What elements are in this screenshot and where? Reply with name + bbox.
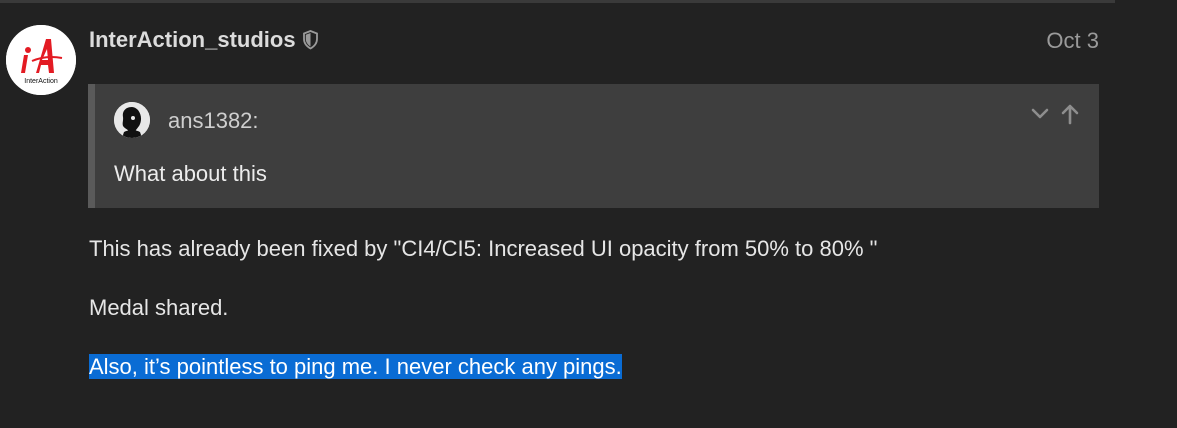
post-paragraph: This has already been fixed by "CI4/CI5:… <box>89 236 878 261</box>
selected-text: Also, it’s pointless to ping me. I never… <box>89 354 622 379</box>
post-date[interactable]: Oct 3 <box>1046 28 1099 54</box>
post-divider <box>0 0 1115 3</box>
post-paragraph-selected: Also, it’s pointless to ping me. I never… <box>89 353 877 412</box>
quote-avatar[interactable] <box>114 102 150 138</box>
quote-author[interactable]: ans1382: <box>168 108 259 134</box>
avatar-text: InterAction <box>24 78 58 85</box>
quote-controls <box>1029 102 1081 126</box>
username-label[interactable]: InterAction_studios <box>89 27 296 53</box>
forum-post: InterAction InterAction_studios Oct 3 an… <box>0 0 1177 428</box>
quote-text: What about this <box>114 161 267 186</box>
post-paragraph: Medal shared. <box>89 295 229 320</box>
post-body: This has already been fixed by "CI4/CI5:… <box>89 235 877 412</box>
user-avatar[interactable]: InterAction <box>6 25 76 95</box>
chevron-down-icon[interactable] <box>1029 102 1051 126</box>
post-author[interactable]: InterAction_studios <box>89 26 319 54</box>
shield-icon <box>302 29 319 51</box>
arrow-up-icon[interactable] <box>1059 102 1081 126</box>
quote-block: ans1382: What about this <box>88 84 1099 208</box>
